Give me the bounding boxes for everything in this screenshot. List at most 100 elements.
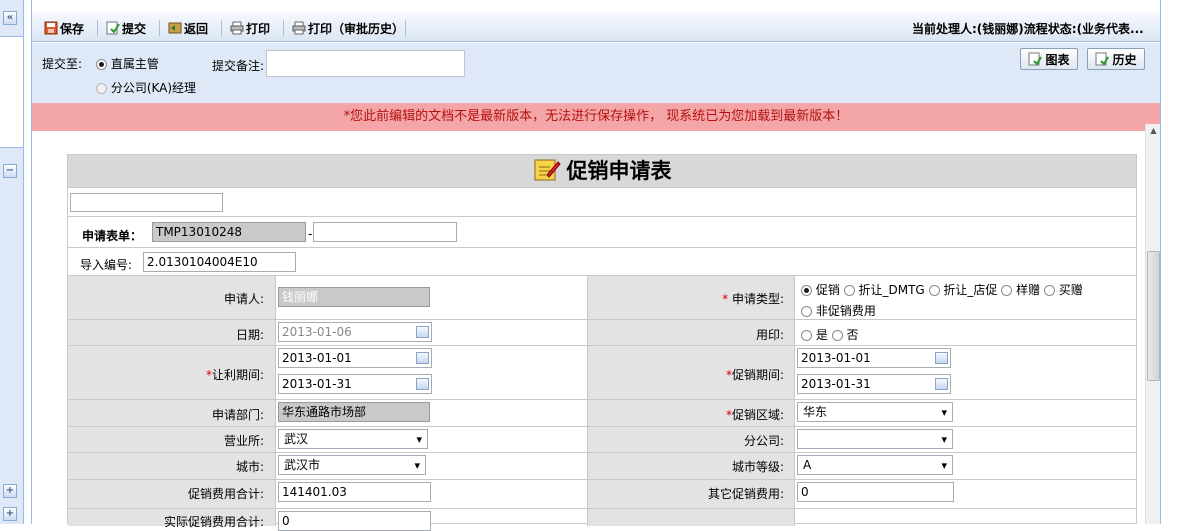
region-select[interactable]: 华东 (797, 402, 953, 422)
branch-label: 分公司: (743, 434, 784, 448)
promo-form: 促销申请表 申请表单： TMP13010248 - 导入编号: 2.013010… (67, 154, 1137, 531)
city-level-select[interactable]: A (797, 455, 953, 475)
form-no-input: TMP13010248 (152, 222, 306, 242)
left-panel-body (0, 36, 23, 148)
promo-start-input[interactable]: 2013-01-01 (797, 348, 951, 368)
dept-input: 华东通路市场部 (278, 402, 430, 422)
version-warning: *您此前编辑的文档不是最新版本，无法进行保存操作， 现系统已为您加载到最新版本！ (32, 103, 1160, 131)
left-panel: « − + + (0, 0, 24, 524)
promo-end-input[interactable]: 2013-01-31 (797, 374, 951, 394)
calendar-icon[interactable] (416, 352, 429, 364)
toolbar-divider (283, 20, 284, 36)
toolbar-divider (221, 20, 222, 36)
process-status: 当前处理人:(钱丽娜)流程状态:(业务代表... (912, 22, 1144, 36)
form-title: 促销申请表 (566, 159, 672, 183)
promo-period-label: *促销期间: (725, 368, 784, 382)
actual-total-input[interactable]: 0 (278, 511, 431, 531)
toolbar-divider (159, 20, 160, 36)
branch-select[interactable] (797, 429, 953, 449)
calendar-icon[interactable] (416, 326, 429, 338)
history-icon (1095, 52, 1110, 66)
radio-direct-supervisor[interactable]: 直属主管 (96, 55, 159, 72)
form-grid: 申请人: 钱丽娜 * 申请类型: 促销 折让_DMTG 折让_店促 样赠 买赠 … (68, 275, 1136, 531)
print-button[interactable]: 打印 (230, 19, 270, 37)
submit-icon (106, 21, 120, 35)
applicant-label: 申请人: (223, 292, 264, 306)
submit-area: 提交至: 直属主管 分公司(KA)经理 提交备注: 图表 历史 (32, 43, 1160, 103)
seal-radios: 是 否 (801, 326, 859, 343)
form-no-suffix-input[interactable] (313, 222, 457, 242)
plus-icon-2[interactable]: + (3, 507, 17, 521)
radio-button[interactable] (843, 285, 855, 296)
printer-icon (230, 21, 244, 35)
seal-label: 用印: (755, 328, 784, 342)
printer-icon (292, 21, 306, 35)
save-icon (44, 21, 58, 35)
print-history-button[interactable]: 打印（审批历史） (292, 19, 404, 37)
import-no-label: 导入编号: (80, 258, 133, 272)
radio-button[interactable] (831, 330, 843, 341)
calendar-icon[interactable] (416, 378, 429, 390)
applicant-input: 钱丽娜 (278, 287, 430, 307)
radio-button[interactable] (1001, 285, 1013, 296)
radio-button[interactable] (1043, 285, 1055, 296)
region-label: *促销区域: (725, 408, 784, 422)
other-cost-label: 其它促销费用: (707, 487, 784, 501)
calendar-icon[interactable] (935, 378, 948, 390)
form-no-label: 申请表单： (82, 229, 143, 243)
radio-button[interactable] (96, 83, 107, 94)
radio-button[interactable] (96, 59, 107, 70)
promo-total-label: 促销费用合计: (187, 487, 264, 501)
chart-button[interactable]: 图表 (1020, 48, 1078, 70)
history-button[interactable]: 历史 (1087, 48, 1145, 70)
back-icon (168, 22, 182, 34)
toolbar-divider (405, 20, 406, 36)
form-row (68, 187, 1136, 216)
dept-label: 申请部门: (211, 408, 264, 422)
other-cost-input[interactable]: 0 (797, 482, 954, 502)
scroll-thumb[interactable] (1147, 251, 1160, 381)
city-level-label: 城市等级: (731, 460, 784, 474)
calendar-icon[interactable] (935, 352, 948, 364)
city-label: 城市: (235, 460, 264, 474)
apply-type-label: * 申请类型: (722, 292, 784, 306)
date-input[interactable]: 2013-01-06 (278, 322, 432, 342)
top-input[interactable] (70, 193, 223, 212)
toolbar: 保存 提交 返回 打印 打印（审批历史） 当前处理人:(钱丽娜)流程状态:(业务… (32, 12, 1160, 42)
chart-icon (1028, 52, 1043, 66)
plus-icon[interactable]: + (3, 484, 17, 498)
actual-total-label: 实际促销费用合计: (163, 515, 264, 529)
office-select[interactable]: 武汉 (278, 429, 428, 449)
radio-branch-manager[interactable]: 分公司(KA)经理 (96, 79, 196, 96)
radio-button[interactable] (801, 306, 812, 317)
scroll-up-icon[interactable]: ▲ (1147, 124, 1160, 138)
remark-label: 提交备注: (212, 59, 265, 73)
form-title-bar: 促销申请表 (68, 155, 1136, 187)
radio-button[interactable] (801, 330, 812, 341)
office-label: 营业所: (223, 434, 264, 448)
date-label: 日期: (235, 328, 264, 342)
collapse-left-icon[interactable]: « (3, 11, 17, 25)
discount-end-input[interactable]: 2013-01-31 (278, 374, 432, 394)
form-row: 申请表单： TMP13010248 - (68, 216, 1136, 247)
radio-button[interactable] (801, 285, 812, 296)
discount-start-input[interactable]: 2013-01-01 (278, 348, 432, 368)
vertical-scrollbar[interactable]: ▲ (1145, 124, 1160, 524)
radio-button[interactable] (928, 285, 940, 296)
form-row: 导入编号: 2.0130104004E10 (68, 247, 1136, 275)
submit-to-label: 提交至: (42, 57, 83, 71)
toolbar-divider (97, 20, 98, 36)
remark-input[interactable] (266, 50, 465, 77)
apply-type-radio-other: 非促销费用 (801, 302, 876, 319)
discount-period-label: *让利期间: (205, 368, 264, 382)
submit-button[interactable]: 提交 (106, 19, 146, 37)
form-no-separator: - (308, 227, 313, 241)
minus-icon[interactable]: − (3, 164, 17, 178)
import-no-input[interactable]: 2.0130104004E10 (143, 252, 296, 272)
city-select[interactable]: 武汉市 (278, 455, 426, 475)
apply-type-radios: 促销 折让_DMTG 折让_店促 样赠 买赠 (801, 281, 1083, 298)
edit-form-icon (534, 159, 561, 181)
back-button[interactable]: 返回 (168, 19, 208, 37)
promo-total-input[interactable]: 141401.03 (278, 482, 431, 502)
save-button[interactable]: 保存 (44, 19, 84, 37)
